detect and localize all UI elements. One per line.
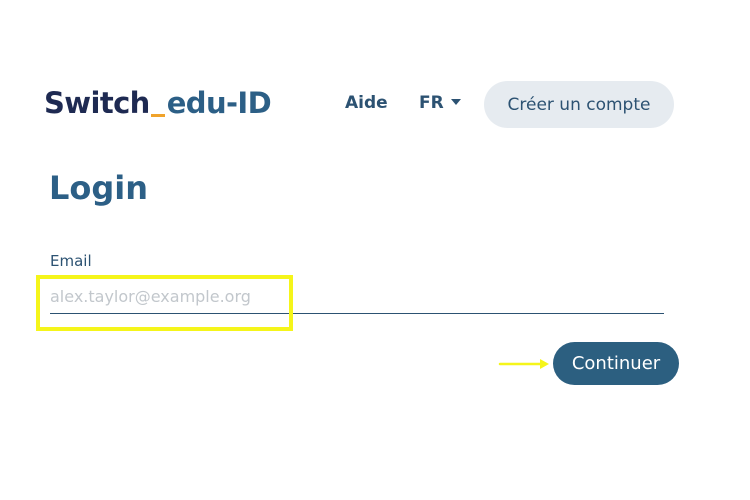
- create-account-button[interactable]: Créer un compte: [484, 81, 674, 128]
- email-label: Email: [50, 252, 92, 270]
- switch-edu-id-logo[interactable]: Switch edu-ID: [44, 86, 272, 120]
- email-field[interactable]: [50, 280, 664, 314]
- help-link[interactable]: Aide: [345, 93, 388, 113]
- language-label: FR: [419, 93, 444, 113]
- arrow-right-icon: [498, 359, 549, 369]
- logo-switch-text: Switch: [44, 86, 150, 120]
- language-selector[interactable]: FR: [419, 93, 461, 113]
- logo-underscore: [150, 114, 165, 117]
- login-page: Switch edu-ID Aide FR Créer un compte Log…: [0, 0, 750, 500]
- page-title: Login: [49, 169, 149, 207]
- continue-label: Continuer: [571, 353, 661, 374]
- create-account-label: Créer un compte: [507, 94, 651, 115]
- continue-button[interactable]: Continuer: [553, 342, 679, 385]
- chevron-down-icon: [450, 99, 461, 105]
- logo-edu-id-text: edu-ID: [166, 86, 272, 120]
